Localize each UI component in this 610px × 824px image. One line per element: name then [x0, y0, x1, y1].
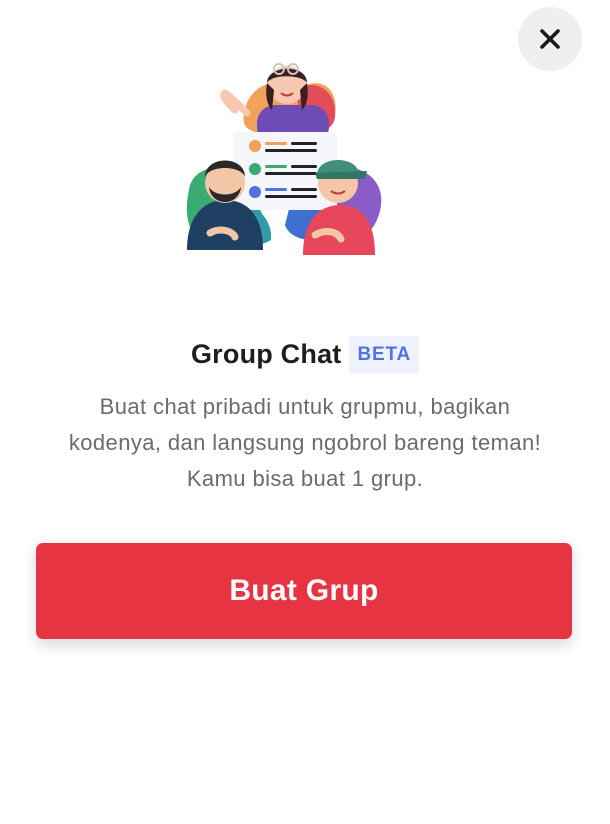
group-chat-illustration: [175, 55, 395, 265]
description-line: Buat chat pribadi untuk grupmu, bagikan: [99, 394, 511, 419]
description-line: Kamu bisa buat 1 grup.: [186, 466, 424, 491]
beta-badge: BETA: [349, 335, 419, 373]
dialog-description: Buat chat pribadi untuk grupmu, bagikan …: [30, 389, 580, 497]
title-row: Group Chat BETA: [0, 334, 610, 374]
create-group-button[interactable]: Buat Grup: [36, 543, 572, 639]
description-line: kodenya, dan langsung ngobrol bareng tem…: [68, 430, 542, 455]
close-button[interactable]: [518, 7, 582, 71]
close-icon: [540, 29, 560, 49]
dialog-title: Group Chat: [190, 338, 342, 369]
